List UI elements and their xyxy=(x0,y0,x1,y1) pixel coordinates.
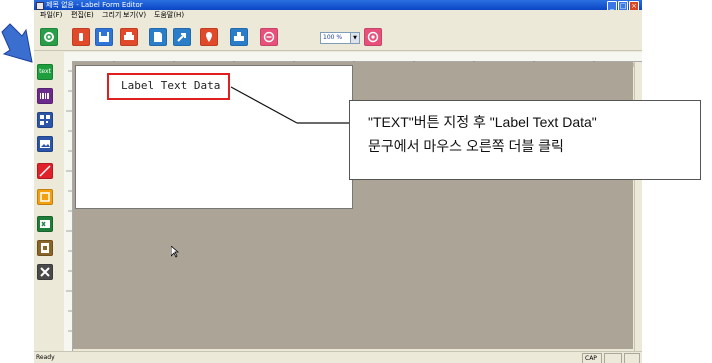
callout-connector xyxy=(230,86,298,124)
callout-line-1: "TEXT"버튼 지정 후 "Label Text Data" xyxy=(368,114,597,130)
blue-arrow-icon xyxy=(1,23,33,63)
callout-line-2: 문구에서 마우스 오른쪽 더블 클릭 xyxy=(368,138,564,154)
annotation-overlay xyxy=(1,23,349,124)
mouse-cursor-icon xyxy=(171,246,179,258)
instruction-callout: "TEXT"버튼 지정 후 "Label Text Data" 문구에서 마우스… xyxy=(349,100,701,180)
label-text-object[interactable]: Label Text Data xyxy=(121,79,220,92)
